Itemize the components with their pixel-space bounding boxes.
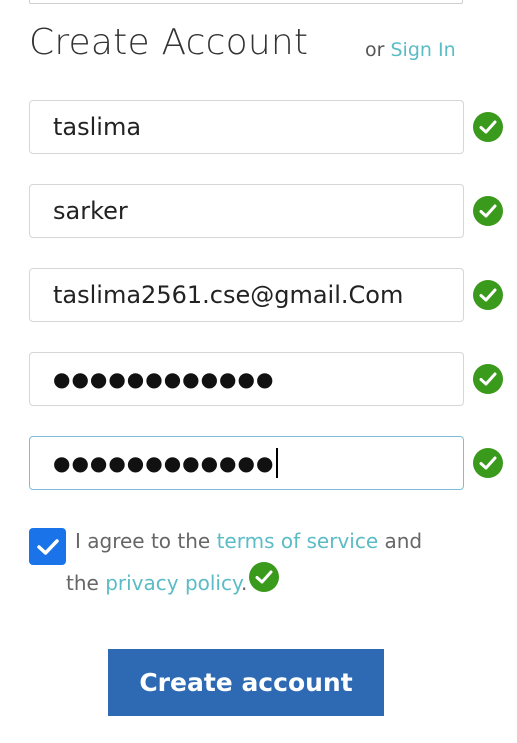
last-name-valid-check-icon [473, 196, 503, 226]
agreement-text-line-2: the privacy policy. [66, 571, 247, 595]
agreement-and: and [384, 529, 423, 553]
agreement-text-line-1: I agree to the terms of service and [75, 529, 422, 553]
email-field[interactable]: taslima2561.cse@gmail.Com [29, 268, 464, 322]
page-title: Create Account [29, 22, 309, 63]
first-name-valid-check-icon [473, 112, 503, 142]
confirm-password-masked-value: ●●●●●●●●●●●● [53, 451, 275, 475]
last-name-field[interactable]: sarker [29, 184, 464, 238]
password-field[interactable]: ●●●●●●●●●●●● [29, 352, 464, 406]
agreement-valid-check-icon [249, 562, 279, 592]
agreement-the: the [66, 571, 99, 595]
confirm-password-valid-check-icon [473, 448, 503, 478]
first-name-field[interactable]: taslima [29, 100, 464, 154]
previous-field-edge [29, 0, 463, 4]
agreement-prefix: I agree to the [75, 529, 211, 553]
privacy-policy-link[interactable]: privacy policy [105, 571, 241, 595]
or-text: or [365, 39, 385, 61]
checkmark-icon [36, 538, 59, 555]
first-name-value: taslima [53, 113, 142, 141]
password-valid-check-icon [473, 364, 503, 394]
terms-of-service-link[interactable]: terms of service [217, 529, 379, 553]
confirm-password-field[interactable]: ●●●●●●●●●●●● [29, 436, 464, 490]
password-masked-value: ●●●●●●●●●●●● [53, 367, 275, 391]
email-valid-check-icon [473, 280, 503, 310]
agree-checkbox[interactable] [29, 528, 66, 565]
last-name-value: sarker [53, 197, 128, 225]
signin-link[interactable]: Sign In [390, 39, 455, 61]
create-account-button[interactable]: Create account [108, 649, 384, 716]
signin-prompt: or Sign In [365, 39, 456, 61]
email-value: taslima2561.cse@gmail.Com [53, 281, 404, 309]
text-cursor [276, 448, 279, 478]
agreement-period: . [240, 571, 248, 595]
